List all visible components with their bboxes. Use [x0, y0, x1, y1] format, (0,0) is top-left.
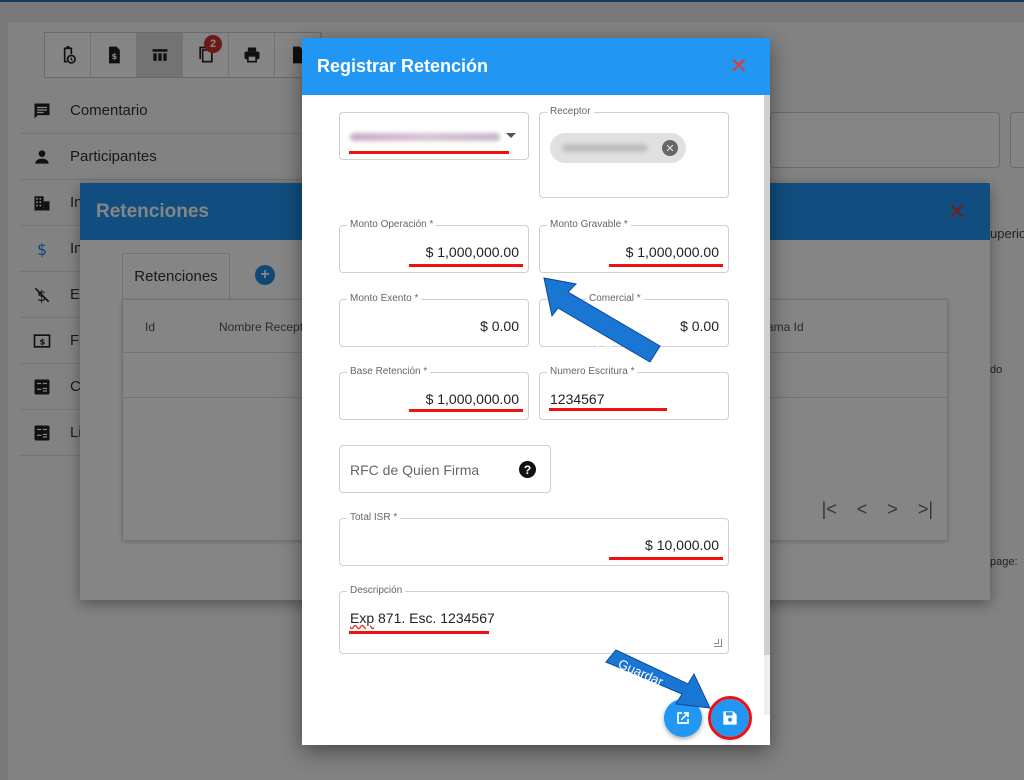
dialog-title: Registrar Retención: [317, 56, 489, 76]
monto-operacion-label: Monto Operación *: [347, 219, 437, 231]
highlight-underline: [349, 631, 489, 634]
monto-operacion-value: $ 1,000,000.00: [425, 244, 519, 260]
highlight-underline: [609, 264, 723, 267]
descripcion-label: Descripción: [347, 585, 406, 597]
remove-chip-icon[interactable]: ✕: [662, 140, 678, 156]
valor-comercial-value: $ 0.00: [680, 318, 719, 334]
monto-gravable-label: Monto Gravable *: [547, 219, 631, 231]
monto-exento-field[interactable]: Monto Exento * $ 0.00: [339, 293, 529, 347]
receptor-chip: ✕: [550, 133, 686, 163]
blurred-value: [562, 144, 648, 152]
scrollbar-thumb[interactable]: [764, 95, 770, 655]
monto-gravable-value: $ 1,000,000.00: [625, 244, 719, 260]
rfc-firma-placeholder: RFC de Quien Firma: [350, 462, 480, 478]
numero-escritura-field[interactable]: Numero Escritura * 1234567: [539, 366, 729, 420]
total-isr-label: Total ISR *: [347, 512, 401, 524]
numero-escritura-value: 1234567: [550, 391, 605, 407]
highlight-underline: [609, 557, 723, 560]
registrar-header: Registrar Retención ✕: [302, 38, 770, 95]
scrollbar[interactable]: [764, 95, 770, 715]
monto-exento-value: $ 0.00: [480, 318, 519, 334]
save-highlight-ring: [708, 696, 752, 740]
chevron-down-icon: [506, 133, 516, 138]
descripcion-value: Exp 871. Esc. 1234567: [350, 610, 495, 626]
open-external-icon: [677, 712, 689, 724]
monto-exento-label: Monto Exento *: [347, 293, 422, 305]
help-icon[interactable]: ?: [519, 461, 536, 478]
registrar-retencion-dialog: Registrar Retención ✕ Receptor ✕ Monto O…: [302, 38, 770, 745]
spellcheck-word: Exp: [350, 610, 375, 626]
total-isr-value: $ 10,000.00: [645, 537, 719, 553]
base-retencion-label: Base Retención *: [347, 366, 431, 378]
receptor-label: Receptor: [547, 106, 594, 118]
descripcion-rest: 871. Esc. 1234567: [374, 610, 495, 626]
rfc-firma-field[interactable]: RFC de Quien Firma ?: [339, 445, 551, 493]
highlight-underline: [409, 409, 523, 412]
resize-handle[interactable]: [714, 639, 722, 647]
base-retencion-value: $ 1,000,000.00: [425, 391, 519, 407]
llenar-datos-callout: Llenar Datos: [540, 274, 670, 369]
highlight-underline: [409, 264, 523, 267]
guardar-callout: Guardar: [604, 648, 712, 710]
descripcion-textarea[interactable]: Descripción Exp 871. Esc. 1234567: [339, 585, 729, 654]
receptor-field[interactable]: Receptor ✕: [539, 106, 729, 198]
base-retencion-field[interactable]: Base Retención * $ 1,000,000.00: [339, 366, 529, 420]
blurred-value: [350, 133, 500, 141]
highlight-underline: [349, 151, 509, 154]
close-icon[interactable]: ✕: [730, 53, 748, 79]
highlight-underline: [549, 408, 667, 411]
